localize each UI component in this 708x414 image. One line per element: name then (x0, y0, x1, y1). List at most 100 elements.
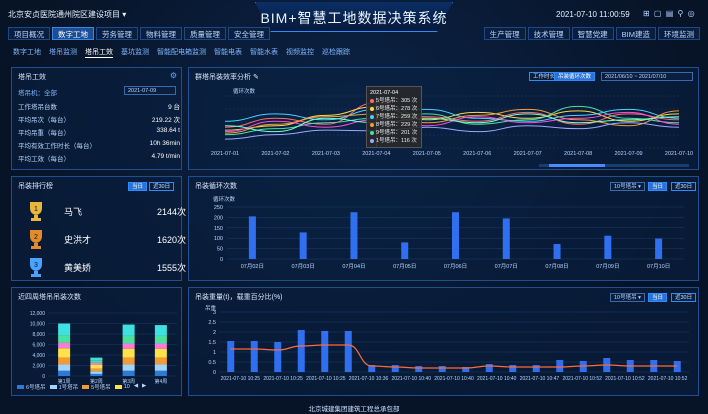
subnav-tab[interactable]: 数字工地 (13, 47, 41, 58)
subnav-tab[interactable]: 塔吊监测 (49, 47, 77, 58)
x-tick-label: 第4周 (154, 378, 167, 385)
x-tick-label: 2021-07-10 10:47 (520, 376, 560, 382)
subnav-tab[interactable]: 智能电表 (214, 47, 242, 58)
bar (227, 341, 235, 372)
legend-item[interactable]: 5号塔吊 (82, 383, 111, 391)
stat-row: 工作塔吊台数 9 台 (18, 101, 180, 111)
tooltip-row: 9号塔吊：201 次 (370, 129, 418, 137)
bar (532, 365, 540, 372)
stack-segment (154, 335, 167, 344)
y-tick-label: 1 (213, 350, 216, 356)
nav-item[interactable]: 项目概况 (8, 27, 50, 40)
trophy-rank: 3 (34, 262, 38, 269)
y-tick-label: 10,000 (30, 322, 46, 328)
x-tick-label: 2021-07-02 (261, 151, 289, 157)
nav-item[interactable]: 技术管理 (527, 27, 570, 40)
bar (452, 212, 459, 259)
nav-item[interactable]: 智慧党建 (571, 27, 614, 40)
legend-dot (370, 114, 374, 119)
stack-segment (90, 360, 103, 363)
tooltip-row: 6号塔吊：278 次 (370, 105, 418, 113)
bar (485, 364, 493, 372)
stack-segment (122, 335, 135, 344)
trophy-base (31, 274, 41, 277)
toolbar-icons[interactable]: ⊞ ▢ ▤ ⚲ ◎ (643, 9, 696, 18)
nav-item[interactable]: 环境监测 (658, 27, 700, 40)
y-tick-label: 250 (214, 205, 223, 211)
nav-item[interactable]: 物料管理 (140, 27, 182, 40)
x-tick-label: 2021-07-08 (564, 151, 592, 157)
bar (401, 242, 409, 259)
subnav-tab[interactable]: 视频监控 (286, 47, 314, 58)
stack-segment (58, 342, 71, 349)
stack-segment (58, 323, 71, 336)
project-name[interactable]: 北京安贞医院通州院区建设项目 ▾ (8, 9, 126, 20)
nav-item[interactable]: BIM建造 (615, 27, 656, 40)
stack-segment (154, 370, 167, 376)
rank-name: 马飞 (64, 207, 83, 217)
nav-item[interactable]: 安全管理 (228, 27, 270, 40)
crane-filter[interactable]: 塔吊机：全部 (18, 87, 57, 97)
stack-segment (154, 364, 167, 371)
x-tick-label: 07月03日 (292, 263, 315, 270)
tooltip-text: 9号塔吊：201 次 (376, 130, 418, 136)
stack-segment (90, 368, 103, 372)
y-tick-label: 150 (214, 226, 223, 232)
legend-item[interactable]: 1号塔吊 (49, 383, 78, 391)
nav-item[interactable]: 生产管理 (483, 27, 526, 40)
subnav-tab[interactable]: 智能配电箱监测 (157, 47, 206, 58)
stat-row: 平均有效工作时长（每台） 10h 36min (18, 140, 180, 150)
legend-prev-icon[interactable]: ◀ (134, 383, 138, 391)
bar (274, 342, 282, 372)
trophy-rank: 1 (34, 206, 38, 213)
gear-icon[interactable]: ⚙ (170, 71, 177, 80)
stat-value: 4.79 t/min (151, 153, 180, 160)
x-tick-label: 2021-07-10 10:52 (605, 376, 645, 382)
legend-item[interactable]: 6号塔吊 (17, 383, 46, 391)
bar (509, 365, 517, 372)
nav-item[interactable]: 质量管理 (184, 27, 226, 40)
subnav-tab[interactable]: 基坑监测 (121, 47, 149, 58)
30days-button[interactable]: 近30日 (149, 182, 175, 191)
weight-chart: 吊重00.511.522.532021-07-10 10:25 2021-07-1… (205, 304, 689, 382)
nav-item[interactable]: 数字工地 (52, 27, 94, 40)
sub-nav: 数字工地 塔吊监测 塔吊工效 基坑监测 智能配电箱监测 智能电表 智能水表 视频监控 巡检跟踪 (13, 47, 350, 58)
bar (438, 366, 446, 372)
legend-dot (370, 98, 374, 103)
today-button[interactable]: 当日 (128, 182, 148, 191)
date-picker[interactable]: 2021-07-09 (124, 86, 176, 95)
trophy-base (31, 218, 41, 221)
stack-segment (154, 325, 167, 336)
y-tick-label: 0 (220, 257, 223, 263)
tooltip-row: 7号塔吊：259 次 (370, 113, 418, 121)
legend-label: 10 (123, 384, 130, 390)
nav-item[interactable]: 劳务管理 (96, 27, 138, 40)
x-tick-label: 2021-07-10 10:25 (306, 376, 346, 382)
tooltip-title: 2021-07-04 (370, 90, 399, 96)
y-tick-label: 2.5 (208, 320, 216, 326)
legend-item[interactable]: 10 (114, 383, 130, 391)
x-tick-label: 2021-07-05 (413, 151, 441, 157)
cycle-panel: 吊装循环次数 10号塔吊 ▾ 当日 近30日 循环次数 0 50 100 150 200 2… (188, 176, 699, 281)
weekly-panel: 近四周塔吊吊装次数 0 2,000 4,000 6,000 8,000 10,000 12,… (11, 287, 182, 396)
stat-label: 平均吊重（每台） (18, 130, 70, 137)
x-tick-label: 2021-07-04 (362, 151, 390, 157)
legend-swatch (49, 385, 57, 389)
x-tick-label: 07月07日 (495, 263, 518, 270)
legend-next-icon[interactable]: ▶ (142, 383, 146, 391)
subnav-tab[interactable]: 塔吊工效 (85, 47, 113, 58)
subnav-tab[interactable]: 智能水表 (250, 47, 278, 58)
y-tick-label: 200 (214, 215, 223, 221)
x-tick-label: 2021-07-10 10:36 (349, 376, 389, 382)
bar (297, 330, 305, 372)
x-tick-label: 2021-07-10 10:40 (434, 376, 474, 382)
y-tick-label: 2,000 (32, 364, 45, 370)
subnav-tab[interactable]: 巡检跟踪 (322, 47, 350, 58)
dashboard-root: { "header": { "project": "北京安贞医院通州院区建设项目… (0, 0, 708, 414)
rank-name: 黄美娇 (64, 263, 92, 273)
stat-row: 平均吊次（每台） 219.22 次 (18, 114, 180, 124)
top-bar: 北京安贞医院通州院区建设项目 ▾ BIM+智慧工地数据决策系统 2021-07-… (0, 0, 708, 32)
legend-dot (370, 122, 374, 127)
stack-segment (58, 357, 71, 365)
y-axis-label: 循环次数 (213, 195, 236, 203)
